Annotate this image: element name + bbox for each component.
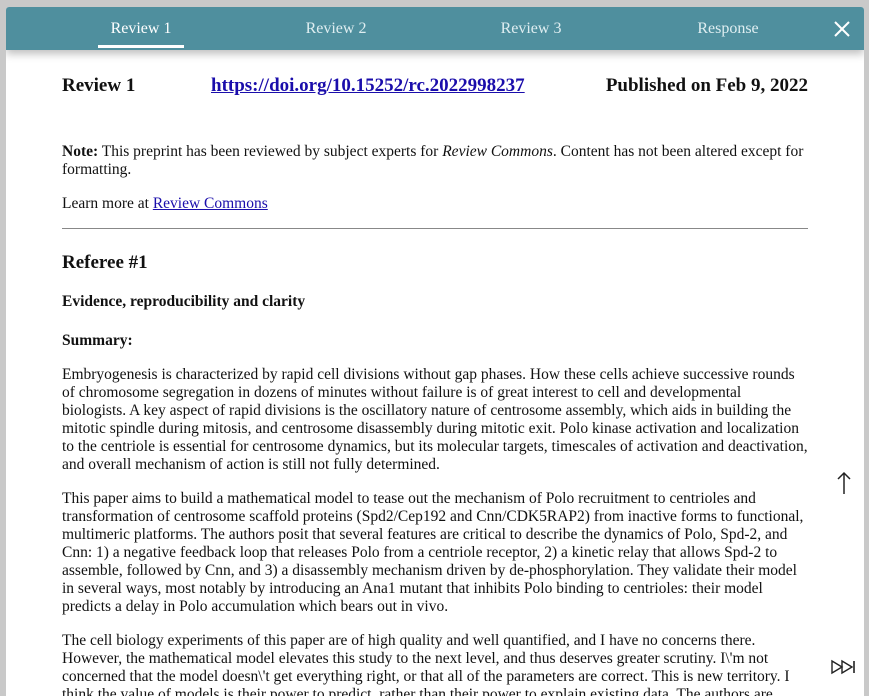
tab-bar: Review 1 Review 2 Review 3 Response: [6, 7, 864, 50]
paragraph: The cell biology experiments of this pap…: [62, 632, 790, 696]
doi-link[interactable]: https://doi.org/10.15252/rc.2022998237: [211, 75, 525, 97]
published-date: Published on Feb 9, 2022: [605, 75, 808, 96]
active-tab-indicator: [98, 45, 184, 48]
tab-review-3[interactable]: Review 3: [488, 7, 574, 50]
learn-more-text: Learn more at: [62, 195, 153, 212]
review-header: Review 1 https://doi.org/10.15252/rc.202…: [62, 75, 808, 99]
close-button[interactable]: [832, 19, 852, 39]
section-heading: Evidence, reproducibility and clarity: [62, 293, 306, 310]
note-label: Note:: [62, 143, 99, 160]
summary-heading: Summary:: [62, 332, 133, 349]
close-icon: [834, 21, 850, 37]
review-modal: Review 1 Review 2 Review 3 Response Revi…: [6, 7, 864, 696]
review-commons-link[interactable]: Review Commons: [153, 195, 268, 212]
skip-forward-icon: [831, 659, 855, 675]
arrow-up-icon: [837, 471, 851, 494]
tab-review-1[interactable]: Review 1: [98, 7, 184, 50]
review-title: Review 1: [62, 75, 136, 96]
referee-heading: Referee #1: [62, 252, 148, 273]
tab-review-2[interactable]: Review 2: [293, 7, 379, 50]
scroll-top-button[interactable]: [834, 470, 854, 496]
note-body-before: This preprint has been reviewed by subje…: [98, 143, 443, 160]
note-source: Review Commons: [442, 143, 553, 160]
review-content: Review 1 https://doi.org/10.15252/rc.202…: [62, 50, 808, 696]
paragraph: Embryogenesis is characterized by rapid …: [62, 366, 808, 473]
tab-response[interactable]: Response: [683, 7, 773, 50]
learn-more: Learn more at Review Commons: [62, 195, 268, 213]
paragraph: This paper aims to build a mathematical …: [62, 490, 804, 615]
note-text: Note: This preprint has been reviewed by…: [62, 143, 808, 179]
divider: [62, 228, 808, 229]
skip-forward-button[interactable]: [830, 659, 858, 675]
